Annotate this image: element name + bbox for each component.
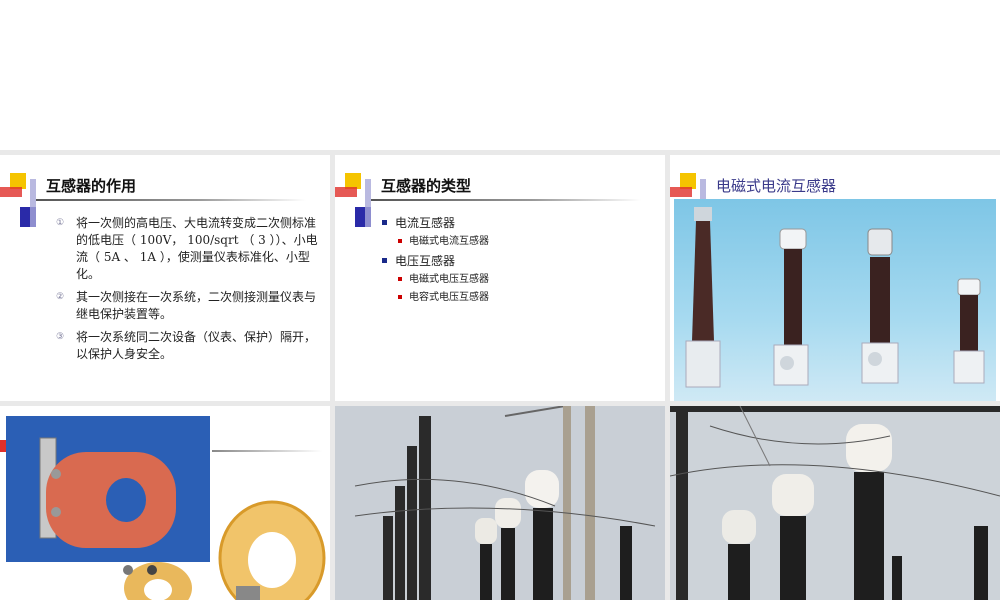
list-number: ② bbox=[56, 292, 65, 302]
substation-illustration bbox=[670, 406, 1000, 600]
list-text: 将一次系统同二次设备（仪表、保护）隔开，以保护人身安全。 bbox=[76, 330, 317, 361]
list-text: 其一次侧接在一次系统，二次侧接测量仪表与继电保护装置等。 bbox=[76, 290, 317, 321]
substation-photo bbox=[670, 406, 1000, 600]
toroid-photo bbox=[123, 562, 192, 600]
list-item: ① 将一次侧的高电压、大电流转变成二次侧标准的低电压（ 100V， 100/sqr… bbox=[56, 215, 324, 283]
current-transformer-photo bbox=[674, 199, 996, 401]
transformer-illustration bbox=[685, 207, 985, 388]
slide-title: 电磁式电流互感器 bbox=[716, 177, 837, 195]
sub-list-item: 电磁式电流互感器 bbox=[379, 233, 649, 251]
slide-thumbnail-2[interactable]: 互感器的类型 电流互感器 电磁式电流互感器 电压互感器 电磁式电压互感器 电容式… bbox=[335, 155, 665, 401]
ring-transformer-illustration bbox=[39, 437, 176, 548]
title-divider bbox=[212, 450, 322, 452]
bullet-icon bbox=[398, 277, 402, 281]
slide-title: 互感器的类型 bbox=[381, 177, 472, 195]
list-item: 电流互感器 bbox=[379, 213, 649, 233]
list-text: 将一次侧的高电压、大电流转变成二次侧标准的低电压（ 100V， 100/sqrt… bbox=[76, 216, 318, 281]
list-number: ① bbox=[56, 218, 65, 228]
toroid-photo bbox=[218, 500, 326, 600]
list-number: ③ bbox=[56, 332, 65, 342]
bullet-list: 电流互感器 电磁式电流互感器 电压互感器 电磁式电压互感器 电容式电压互感器 bbox=[379, 213, 649, 307]
substation-photo bbox=[335, 406, 665, 600]
slide-thumbnail-1[interactable]: 互感器的作用 ① 将一次侧的高电压、大电流转变成二次侧标准的低电压（ 100V， … bbox=[0, 155, 330, 401]
substation-illustration bbox=[335, 406, 665, 600]
slide-title: 互感器的作用 bbox=[46, 177, 137, 195]
ring-transformer-photo bbox=[6, 416, 210, 562]
list-text: 电磁式电流互感器 bbox=[409, 236, 489, 247]
list-text: 电压互感器 bbox=[395, 254, 456, 268]
numbered-list: ① 将一次侧的高电压、大电流转变成二次侧标准的低电压（ 100V， 100/sqr… bbox=[56, 215, 324, 369]
slide-thumbnail-5[interactable] bbox=[335, 406, 665, 600]
list-text: 电流互感器 bbox=[395, 216, 456, 230]
title-divider bbox=[371, 199, 641, 201]
list-item: 电压互感器 bbox=[379, 251, 649, 271]
top-blank-area bbox=[0, 0, 1000, 150]
title-divider bbox=[36, 199, 306, 201]
slide-thumbnail-4[interactable] bbox=[0, 406, 330, 600]
bullet-icon bbox=[398, 295, 402, 299]
list-text: 电磁式电压互感器 bbox=[409, 274, 489, 285]
sub-list-item: 电磁式电压互感器 bbox=[379, 271, 649, 289]
slide-thumbnail-3[interactable]: 电磁式电流互感器 bbox=[670, 155, 1000, 401]
bullet-icon bbox=[382, 258, 387, 263]
bullet-icon bbox=[382, 220, 387, 225]
slide-thumbnail-6[interactable] bbox=[670, 406, 1000, 600]
list-text: 电容式电压互感器 bbox=[409, 292, 489, 303]
bullet-icon bbox=[398, 239, 402, 243]
list-item: ③ 将一次系统同二次设备（仪表、保护）隔开，以保护人身安全。 bbox=[56, 329, 324, 363]
sub-list-item: 电容式电压互感器 bbox=[379, 289, 649, 307]
list-item: ② 其一次侧接在一次系统，二次侧接测量仪表与继电保护装置等。 bbox=[56, 289, 324, 323]
